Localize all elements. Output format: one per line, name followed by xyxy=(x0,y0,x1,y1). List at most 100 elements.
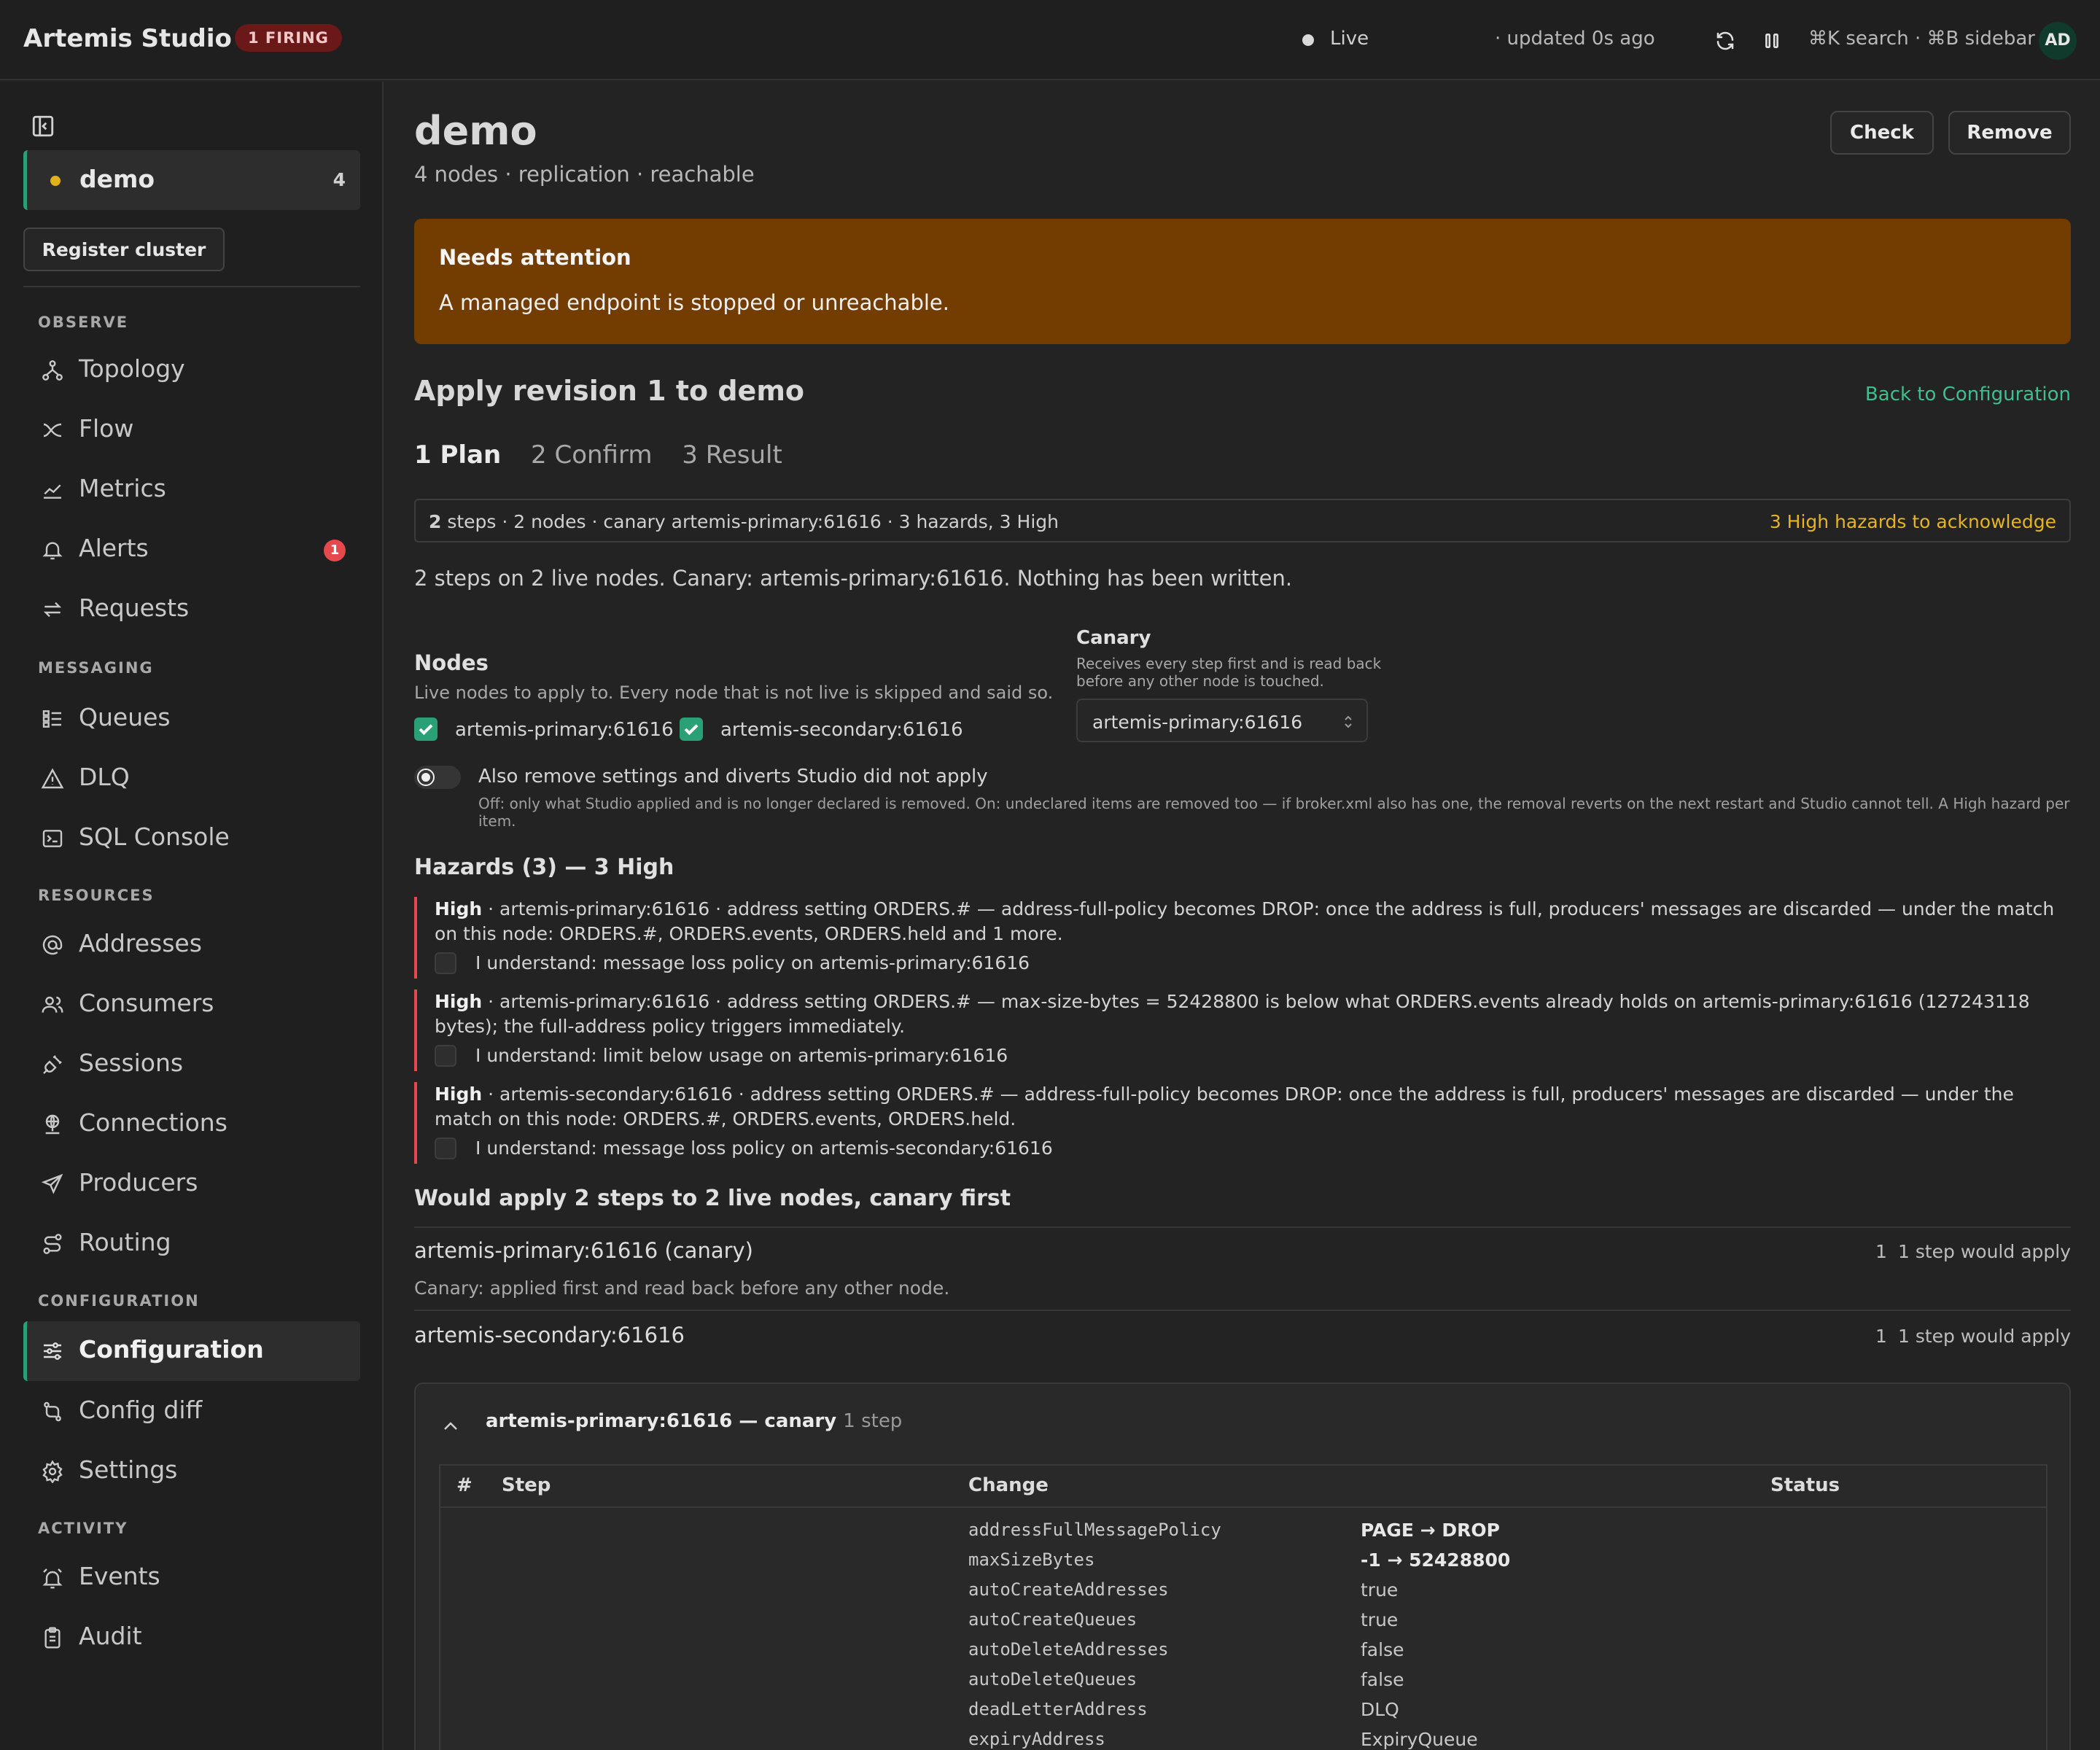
canary-select-value: artemis-primary:61616 xyxy=(1092,712,1303,733)
hazard-ack-checkbox[interactable] xyxy=(435,952,456,974)
hazard-text: High · artemis-primary:61616 · address s… xyxy=(435,898,2055,944)
sidebar-item-label: SQL Console xyxy=(79,822,230,851)
nodes-subtitle: Live nodes to apply to. Every node that … xyxy=(414,682,1054,703)
sidebar-item-settings[interactable]: Settings xyxy=(23,1444,360,1498)
hazard-text: High · artemis-primary:61616 · address s… xyxy=(435,991,2030,1037)
step-confirm[interactable]: 2 Confirm xyxy=(531,440,652,470)
remove-undeclared-toggle[interactable] xyxy=(414,766,461,789)
sidebar-divider xyxy=(23,286,360,287)
hazard-ack-label: I understand: message loss policy on art… xyxy=(475,1138,1053,1159)
column-header-status: Status xyxy=(1770,1474,1840,1496)
hazards-to-acknowledge: 3 High hazards to acknowledge xyxy=(1769,511,2056,532)
cluster-node-count: 4 xyxy=(332,169,346,190)
at-icon xyxy=(42,935,63,955)
keyboard-shortcuts-hint: ⌘K search · ⌘B sidebar xyxy=(1808,28,2035,50)
sidebar-item-sql-console[interactable]: SQL Console xyxy=(23,811,360,865)
canary-title: Canary xyxy=(1076,627,1151,649)
divider xyxy=(414,1226,2071,1228)
flow-icon xyxy=(43,423,62,438)
table-row: deadLetterAddress DLQ xyxy=(440,1699,2046,1728)
config-value: true xyxy=(1361,1609,1399,1630)
sidebar-item-config-diff[interactable]: Config diff xyxy=(23,1384,360,1438)
back-to-configuration-link[interactable]: Back to Configuration xyxy=(1865,384,2071,405)
node-row-name: artemis-primary:61616 (canary) xyxy=(414,1238,753,1263)
sidebar-item-producers[interactable]: Producers xyxy=(23,1156,360,1210)
config-key: maxSizeBytes xyxy=(968,1549,1095,1570)
sidebar-item-label: Flow xyxy=(79,414,134,443)
sidebar-item-alerts[interactable]: Alerts 1 xyxy=(23,522,360,576)
chevron-up-icon[interactable] xyxy=(442,1420,459,1432)
table-row: autoDeleteAddresses false xyxy=(440,1639,2046,1668)
sidebar-item-flow[interactable]: Flow xyxy=(23,402,360,456)
network-icon xyxy=(45,1114,60,1135)
hazard-item: High · artemis-primary:61616 · address s… xyxy=(414,897,2071,979)
hazard-item: High · artemis-primary:61616 · address s… xyxy=(414,989,2071,1071)
sidebar-item-metrics[interactable]: Metrics xyxy=(23,462,360,516)
attention-title: Needs attention xyxy=(439,245,631,270)
config-value: -1 → 52428800 xyxy=(1361,1549,1511,1571)
plan-description: 2 steps on 2 live nodes. Canary: artemis… xyxy=(414,566,1293,591)
chevron-updown-icon xyxy=(1345,715,1352,728)
refresh-icon[interactable] xyxy=(1711,26,1740,55)
warning-icon xyxy=(41,768,64,789)
queues-icon xyxy=(42,710,61,728)
table-row: expiryAddress ExpiryQueue xyxy=(440,1729,2046,1750)
sidebar-item-label: Configuration xyxy=(79,1335,264,1364)
sidebar-item-events[interactable]: Events xyxy=(23,1550,360,1604)
cluster-name: demo xyxy=(79,165,155,193)
canary-select[interactable]: artemis-primary:61616 xyxy=(1076,699,1368,742)
wizard-steps: 1 Plan 2 Confirm 3 Result xyxy=(414,440,804,470)
hazard-text: High · artemis-secondary:61616 · address… xyxy=(435,1084,2014,1129)
users-icon xyxy=(42,996,63,1013)
sidebar-item-queues[interactable]: Queues xyxy=(23,691,360,745)
check-icon xyxy=(419,724,433,736)
node-row-steps: 1 step would apply xyxy=(1897,1241,2071,1262)
sidebar-item-topology[interactable]: Topology xyxy=(23,343,360,397)
step-plan[interactable]: 1 Plan xyxy=(414,440,501,470)
hazard-ack-checkbox[interactable] xyxy=(435,1045,456,1067)
sidebar-item-sessions[interactable]: Sessions xyxy=(23,1037,360,1091)
panel-title[interactable]: artemis-primary:61616 — canary 1 step xyxy=(486,1410,902,1432)
node-checkbox-primary[interactable] xyxy=(414,718,438,741)
table-row: autoDeleteQueues false xyxy=(440,1669,2046,1698)
route-icon xyxy=(43,1234,62,1254)
sidebar-item-label: Topology xyxy=(79,354,185,383)
table-header-divider xyxy=(440,1506,2046,1508)
pause-icon[interactable] xyxy=(1757,26,1786,55)
sidebar-item-dlq[interactable]: DLQ xyxy=(23,751,360,805)
step-result[interactable]: 3 Result xyxy=(682,440,782,470)
sidebar-item-requests[interactable]: Requests xyxy=(23,582,360,636)
firing-badge[interactable]: 1 FIRING xyxy=(235,24,342,52)
config-value: PAGE → DROP xyxy=(1361,1520,1500,1541)
hazard-acknowledge: I understand: limit below usage on artem… xyxy=(435,1042,2071,1071)
sidebar-item-label: Settings xyxy=(79,1455,178,1484)
sidebar-item-label: Metrics xyxy=(79,474,166,502)
node-checkbox-secondary[interactable] xyxy=(680,718,703,741)
sidebar-item-routing[interactable]: Routing xyxy=(23,1216,360,1270)
alerts-count-badge: 1 xyxy=(324,540,346,561)
hazard-ack-checkbox[interactable] xyxy=(435,1138,456,1159)
live-status: Live xyxy=(1330,28,1369,50)
config-key: autoCreateAddresses xyxy=(968,1579,1169,1600)
sidebar-item-addresses[interactable]: Addresses xyxy=(23,917,360,971)
check-button[interactable]: Check xyxy=(1830,111,1934,155)
sidebar-item-connections[interactable]: Connections xyxy=(23,1097,360,1151)
node-row-steps: 1 step would apply xyxy=(1897,1326,2071,1347)
sidebar-item-audit[interactable]: Audit xyxy=(23,1610,360,1664)
sidebar-item-consumers[interactable]: Consumers xyxy=(23,977,360,1031)
column-header-number: # xyxy=(456,1474,472,1496)
user-avatar[interactable]: AD xyxy=(2039,22,2077,60)
top-bar: Artemis Studio 1 FIRING Live · updated 0… xyxy=(0,0,2100,80)
register-cluster-button[interactable]: Register cluster xyxy=(23,228,225,271)
sidebar-item-label: DLQ xyxy=(79,763,130,791)
config-key: autoDeleteQueues xyxy=(968,1669,1138,1689)
config-value: DLQ xyxy=(1361,1699,1399,1720)
sidebar-item-configuration[interactable]: Configuration xyxy=(23,1321,360,1381)
node-row-count: 1 xyxy=(1875,1241,1887,1262)
remove-button[interactable]: Remove xyxy=(1948,111,2071,155)
cluster-item-demo[interactable]: demo 4 xyxy=(23,150,360,210)
node-label-secondary: artemis-secondary:61616 xyxy=(720,719,963,741)
config-key: deadLetterAddress xyxy=(968,1699,1148,1719)
sidebar-collapse-icon[interactable] xyxy=(31,114,55,139)
toggle-help: Off: only what Studio applied and is no … xyxy=(478,795,2070,830)
